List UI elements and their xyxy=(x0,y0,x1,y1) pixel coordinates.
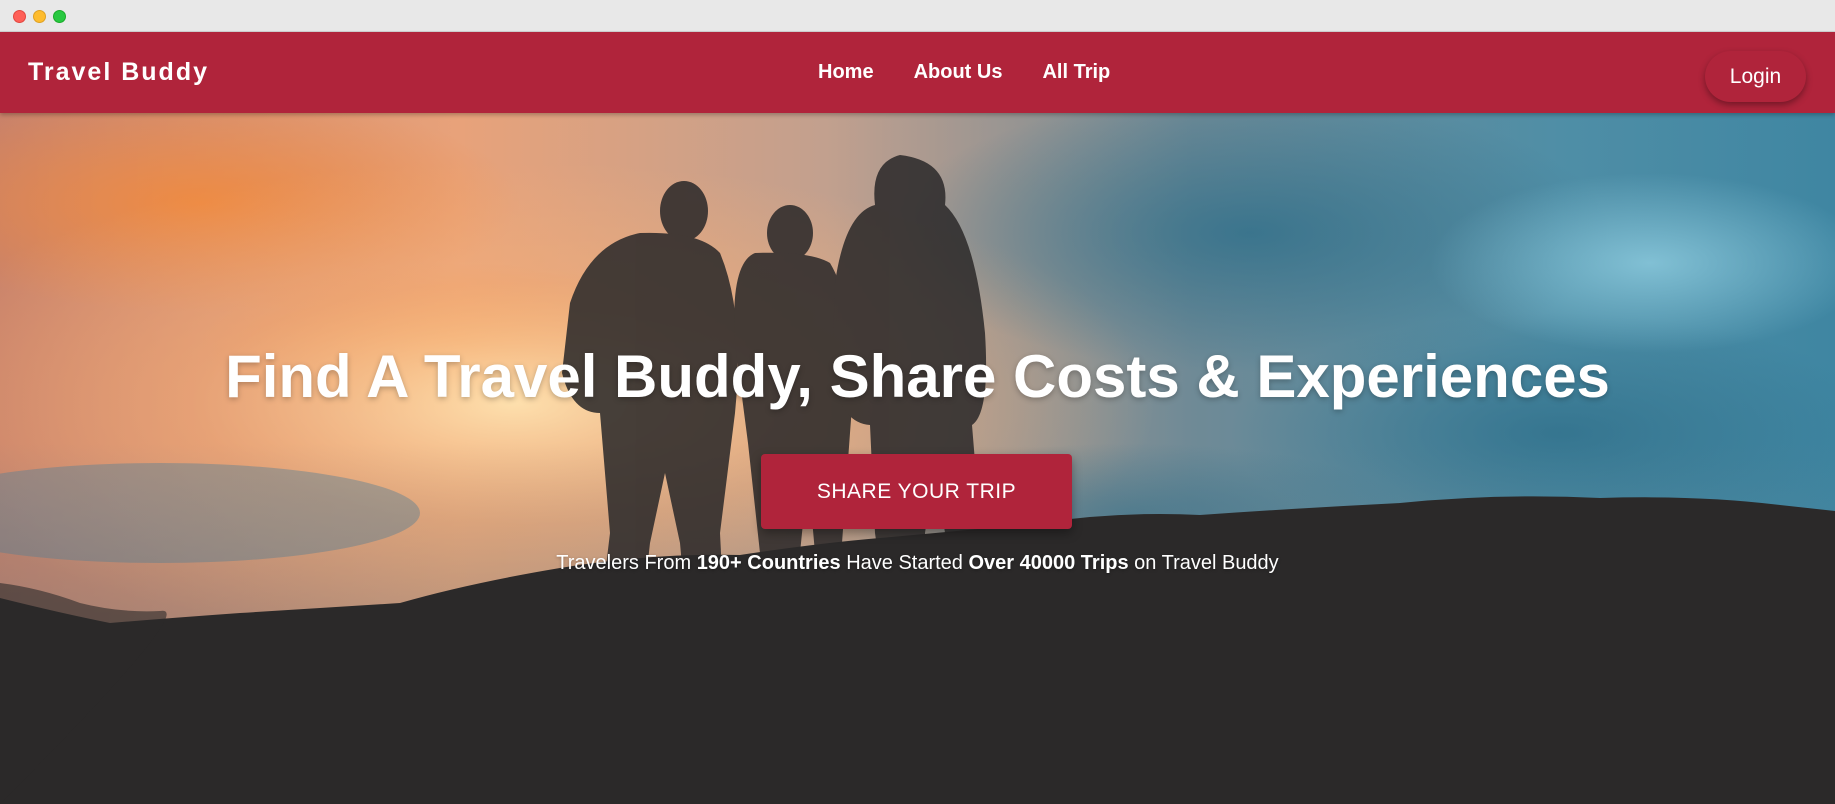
hero-subtitle-countries: 190+ Countries xyxy=(696,552,841,574)
hero-section: Find A Travel Buddy, Share Costs & Exper… xyxy=(0,113,1835,804)
login-button[interactable]: Login xyxy=(1705,51,1806,102)
nav-link-about-us[interactable]: About Us xyxy=(914,61,1003,84)
window-minimize-button[interactable] xyxy=(33,10,46,23)
hero-subtitle-text-2: Have Started xyxy=(840,552,969,574)
hero-content: Find A Travel Buddy, Share Costs & Exper… xyxy=(0,113,1835,804)
hero-subtitle: Travelers From 190+ Countries Have Start… xyxy=(0,552,1835,575)
hero-subtitle-text-1: Travelers From xyxy=(556,552,697,574)
hero-title: Find A Travel Buddy, Share Costs & Exper… xyxy=(225,343,1610,410)
nav-link-home[interactable]: Home xyxy=(818,61,874,84)
window-maximize-button[interactable] xyxy=(53,10,66,23)
hero-subtitle-text-3: on Travel Buddy xyxy=(1128,552,1279,574)
brand-logo-link[interactable]: Travel Buddy xyxy=(28,32,209,113)
hero-subtitle-trips: Over 40000 Trips xyxy=(968,552,1129,574)
window-titlebar xyxy=(0,0,1835,32)
top-navbar: Travel Buddy Home About Us All Trip Logi… xyxy=(0,32,1835,113)
nav-link-all-trip[interactable]: All Trip xyxy=(1042,61,1110,84)
window-close-button[interactable] xyxy=(13,10,26,23)
nav-links: Home About Us All Trip xyxy=(818,32,1110,113)
share-your-trip-button[interactable]: SHARE YOUR TRIP xyxy=(761,454,1072,529)
